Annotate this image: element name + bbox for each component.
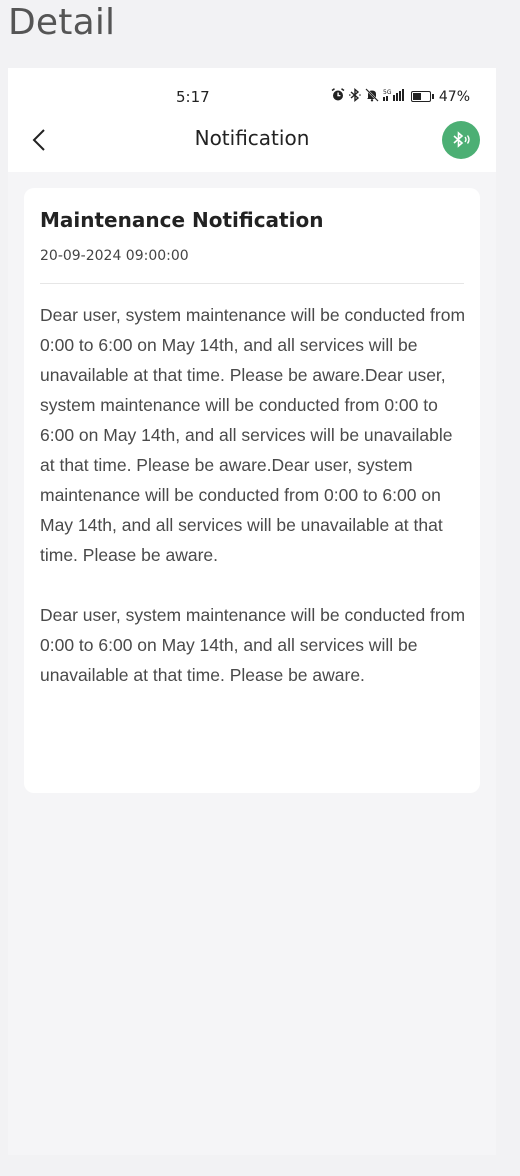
- mute-icon: [365, 88, 379, 105]
- status-bar: 5:17 5G 47%: [8, 86, 496, 108]
- notification-body: Dear user, system maintenance will be co…: [40, 300, 466, 720]
- notification-date: 20-09-2024 09:00:00: [40, 248, 189, 264]
- signal-5g-icon: 5G: [382, 88, 405, 105]
- battery-percent: 47%: [438, 88, 470, 105]
- bluetooth-connect-button[interactable]: [442, 121, 480, 159]
- page-title: Detail: [8, 2, 116, 43]
- notification-paragraph: Dear user, system maintenance will be co…: [40, 605, 466, 685]
- battery-icon: [410, 91, 434, 102]
- notification-paragraph: Dear user, system maintenance will be co…: [40, 305, 466, 565]
- status-icons: 5G 47%: [331, 88, 470, 105]
- bluetooth-icon: [348, 88, 361, 105]
- nav-title: Notification: [194, 126, 310, 150]
- phone-screen: 5:17 5G 47% Notification Maintenance Not…: [8, 68, 496, 1155]
- alarm-icon: [331, 88, 345, 105]
- top-bar: 5:17 5G 47% Notification: [8, 68, 496, 172]
- network-label: 5G: [383, 89, 392, 96]
- bluetooth-connect-icon: [453, 131, 470, 148]
- notification-title: Maintenance Notification: [40, 208, 324, 232]
- divider: [40, 283, 464, 284]
- notification-card: Maintenance Notification 20-09-2024 09:0…: [24, 188, 480, 793]
- nav-bar: Notification: [8, 120, 496, 160]
- status-time: 5:17: [176, 88, 210, 106]
